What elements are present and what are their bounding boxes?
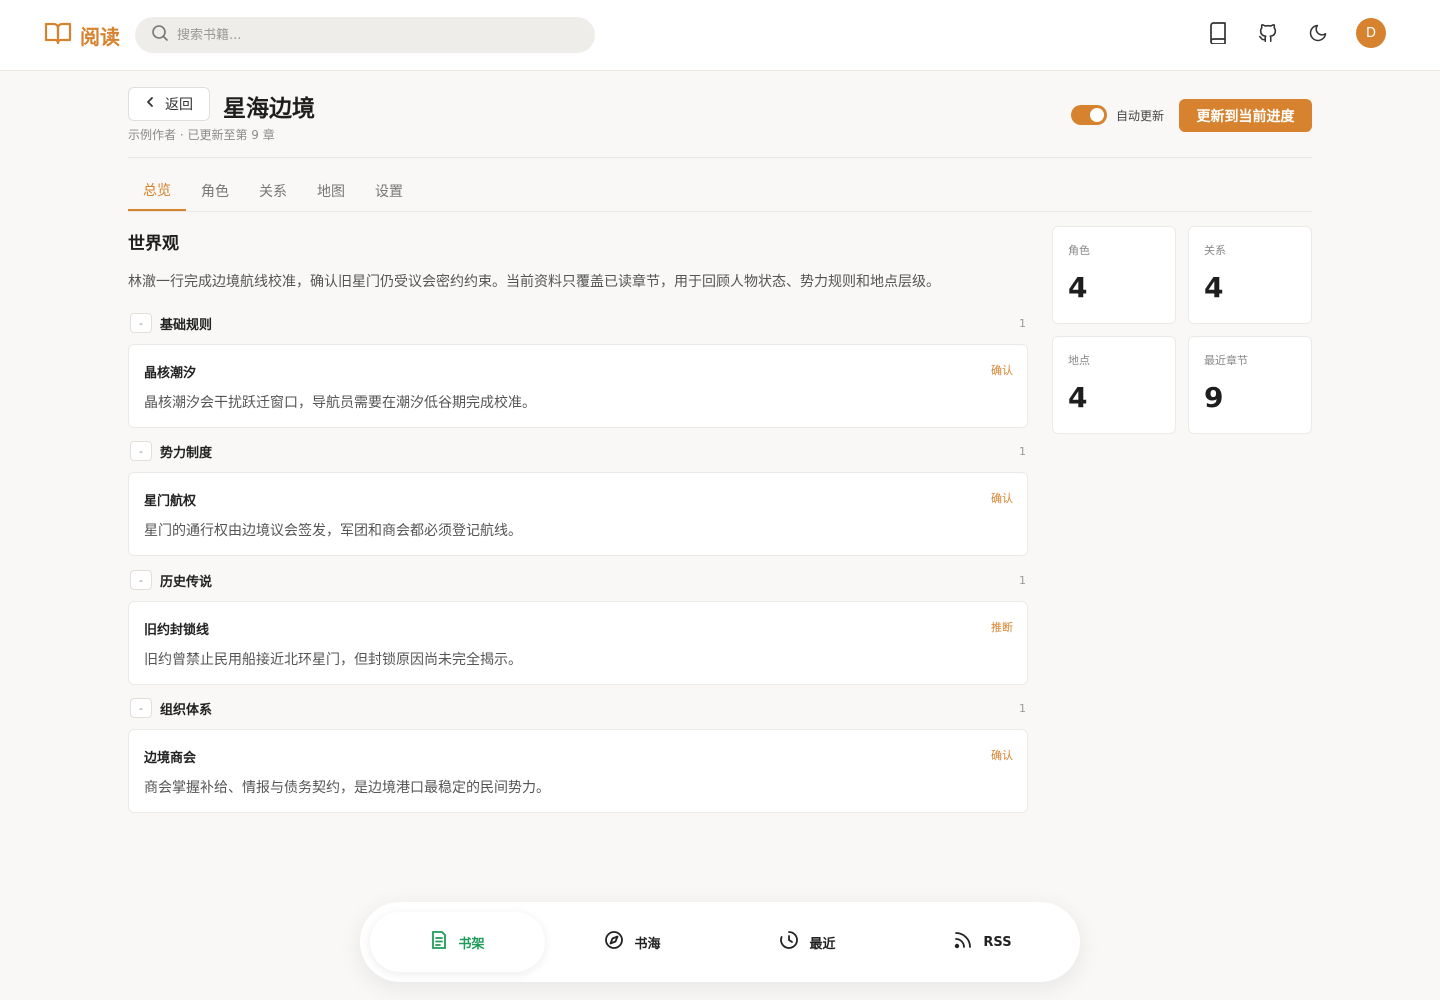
stat-label: 关系	[1204, 244, 1226, 257]
stat-card-latest-chapter: 最近章节 9	[1188, 336, 1312, 434]
entry-description: 商会掌握补给、情报与债务契约，是边境港口最稳定的民间势力。	[144, 780, 550, 796]
auto-update-label: 自动更新	[1116, 108, 1165, 123]
rss-icon	[953, 930, 973, 954]
user-avatar[interactable]: D	[1356, 18, 1386, 48]
toggle-knob	[1090, 108, 1104, 122]
nav-recent[interactable]: 最近	[720, 912, 895, 972]
history-icon	[779, 930, 799, 954]
group-count: 1	[1019, 573, 1026, 587]
group-count: 1	[1019, 444, 1026, 458]
bookshelf-icon	[430, 930, 448, 954]
group-name: 基础规则	[160, 317, 213, 333]
book-icon[interactable]	[1206, 21, 1230, 45]
tab-bar: 总览 角色 关系 地图 设置	[128, 170, 1312, 212]
nav-label: 最近	[809, 936, 836, 952]
update-progress-button[interactable]: 更新到当前进度	[1179, 99, 1312, 132]
lore-entry[interactable]: 星门航权 确认 星门的通行权由边境议会签发，军团和商会都必须登记航线。	[128, 472, 1028, 556]
top-bar: 阅读 D	[0, 0, 1440, 71]
collapse-button[interactable]: -	[130, 698, 152, 718]
app-logo-text: 阅读	[80, 25, 120, 49]
auto-update-control: 自动更新	[1071, 105, 1164, 125]
group-name: 势力制度	[160, 445, 213, 461]
collapse-button[interactable]: -	[130, 570, 152, 590]
book-meta: 示例作者 · 已更新至第 9 章	[128, 128, 275, 142]
stat-label: 地点	[1068, 354, 1090, 367]
group-name: 历史传说	[160, 574, 213, 590]
lore-entry[interactable]: 旧约封锁线 推断 旧约曾禁止民用船接近北环星门，但封锁原因尚未完全揭示。	[128, 601, 1028, 685]
entry-description: 旧约曾禁止民用船接近北环星门，但封锁原因尚未完全揭示。	[144, 652, 522, 668]
header-divider	[128, 157, 1312, 158]
open-book-icon	[44, 21, 72, 50]
entry-status-tag: 确认	[991, 749, 1013, 762]
stat-value: 9	[1204, 381, 1224, 414]
stat-card-locations: 地点 4	[1052, 336, 1176, 434]
stat-label: 角色	[1068, 244, 1090, 257]
nav-label: 书架	[458, 936, 485, 952]
nav-explore[interactable]: 书海	[545, 912, 720, 972]
tab-overview[interactable]: 总览	[128, 170, 186, 211]
lore-entry[interactable]: 晶核潮汐 确认 晶核潮汐会干扰跃迁窗口，导航员需要在潮汐低谷期完成校准。	[128, 344, 1028, 428]
group-count: 1	[1019, 701, 1026, 715]
entry-description: 晶核潮汐会干扰跃迁窗口，导航员需要在潮汐低谷期完成校准。	[144, 395, 536, 411]
section-title: 世界观	[128, 234, 179, 254]
entry-status-tag: 确认	[991, 364, 1013, 377]
lore-entry[interactable]: 边境商会 确认 商会掌握补给、情报与债务契约，是边境港口最稳定的民间势力。	[128, 729, 1028, 813]
github-icon[interactable]	[1256, 21, 1280, 45]
stat-value: 4	[1068, 271, 1088, 304]
back-label: 返回	[165, 97, 193, 113]
stat-value: 4	[1204, 271, 1224, 304]
entry-name: 星门航权	[144, 494, 197, 509]
group-count: 1	[1019, 316, 1026, 330]
moon-icon[interactable]	[1306, 21, 1330, 45]
nav-bookshelf[interactable]: 书架	[370, 912, 545, 972]
search-icon	[151, 24, 169, 46]
app-logo[interactable]: 阅读	[44, 21, 120, 50]
nav-label: RSS	[983, 934, 1012, 950]
auto-update-toggle[interactable]	[1071, 105, 1107, 125]
entry-status-tag: 确认	[991, 492, 1013, 505]
stat-label: 最近章节	[1204, 354, 1248, 367]
stat-card-relations: 关系 4	[1188, 226, 1312, 324]
stat-value: 4	[1068, 381, 1088, 414]
tab-relations[interactable]: 关系	[244, 170, 302, 211]
bottom-nav: 书架 书海 最近 RSS	[360, 902, 1080, 982]
tab-settings[interactable]: 设置	[360, 170, 418, 211]
entry-status-tag: 推断	[991, 621, 1013, 634]
group-name: 组织体系	[160, 702, 213, 718]
tab-map[interactable]: 地图	[302, 170, 360, 211]
tab-characters[interactable]: 角色	[186, 170, 244, 211]
nav-rss[interactable]: RSS	[895, 912, 1070, 972]
back-button[interactable]: 返回	[128, 87, 210, 121]
chevron-left-icon	[145, 96, 155, 112]
compass-icon	[604, 930, 624, 954]
search-box[interactable]	[135, 17, 595, 53]
collapse-button[interactable]: -	[130, 313, 152, 333]
group-header: - 组织体系 1	[128, 697, 1028, 719]
group-header: - 势力制度 1	[128, 440, 1028, 462]
entry-name: 晶核潮汐	[144, 366, 197, 381]
nav-label: 书海	[634, 936, 661, 952]
entry-name: 旧约封锁线	[144, 623, 210, 638]
world-description: 林澈一行完成边境航线校准，确认旧星门仍受议会密约约束。当前资料只覆盖已读章节，用…	[128, 274, 940, 290]
stat-card-characters: 角色 4	[1052, 226, 1176, 324]
book-title: 星海边境	[223, 96, 315, 122]
group-header: - 历史传说 1	[128, 569, 1028, 591]
entry-description: 星门的通行权由边境议会签发，军团和商会都必须登记航线。	[144, 523, 522, 539]
search-input[interactable]	[177, 27, 557, 43]
group-header: - 基础规则 1	[128, 312, 1028, 334]
collapse-button[interactable]: -	[130, 441, 152, 461]
entry-name: 边境商会	[144, 751, 197, 766]
top-actions: D	[1206, 18, 1386, 48]
